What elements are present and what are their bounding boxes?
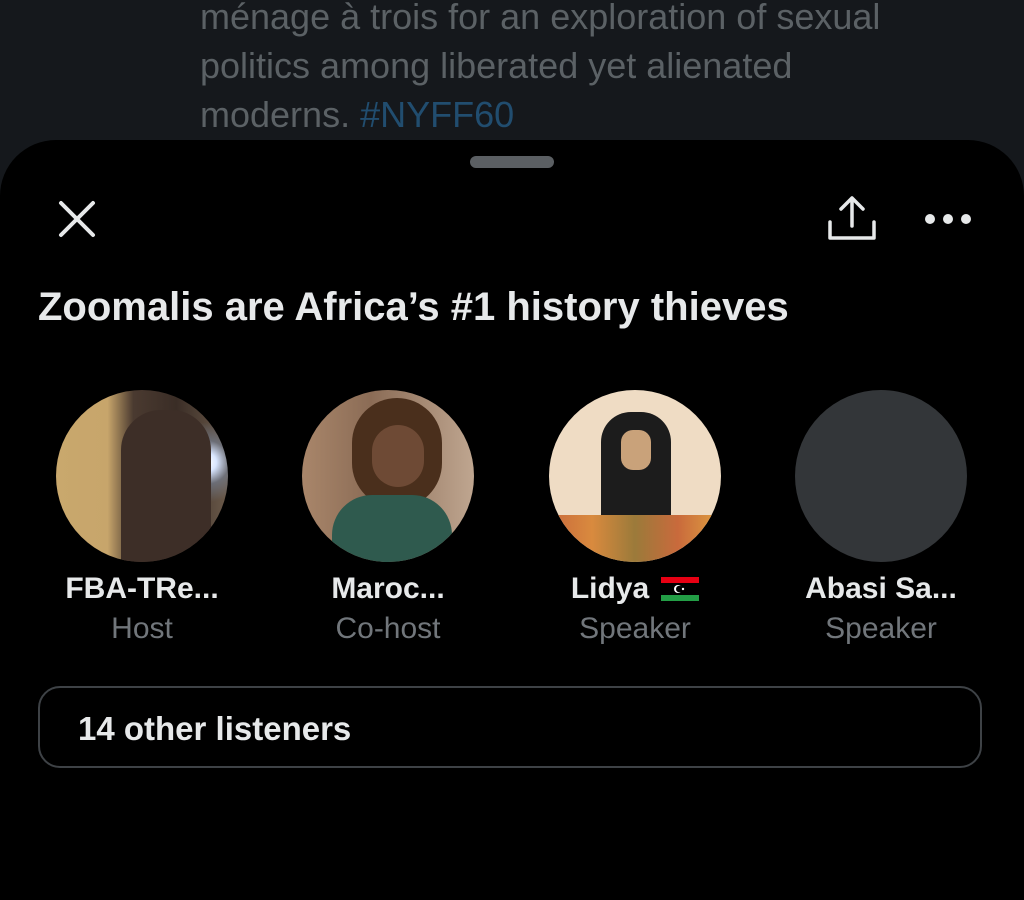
participant-name: Lidya [570, 572, 650, 605]
participant-role: Speaker [579, 612, 691, 645]
tweet-text-line: moderns. #NYFF60 [200, 90, 980, 139]
participant-role: Host [111, 612, 173, 645]
space-sheet: Zoomalis are Africa’s #1 history thieves… [0, 140, 1024, 900]
share-button[interactable] [824, 192, 880, 244]
hashtag-link[interactable]: #NYFF60 [360, 94, 514, 135]
participant-name: FBA-TRe... [65, 572, 219, 605]
participant-host[interactable]: FBA-TRe... Host [37, 390, 247, 646]
libya-flag-icon [661, 577, 700, 601]
drag-handle[interactable] [470, 156, 554, 168]
tweet-text-line: politics among liberated yet alienated [200, 45, 793, 86]
participant-name: Maroc... [331, 572, 445, 605]
more-icon [925, 214, 971, 224]
share-icon [828, 196, 876, 240]
participant-cohost[interactable]: Maroc... Co-host [283, 390, 493, 646]
close-icon [59, 201, 95, 237]
participant-name: Abasi Sa... [805, 572, 957, 605]
tweet-text: ménage à trois for an exploration of sex… [200, 0, 980, 139]
listeners-label: 14 other listeners [78, 710, 352, 747]
tweet-text-fragment: moderns. [200, 94, 351, 135]
participant-speaker-abasi[interactable]: Abasi Sa... Speaker [776, 390, 986, 646]
more-options-button[interactable] [920, 204, 976, 234]
tweet-text-line: ménage à trois for an exploration of sex… [200, 0, 881, 37]
participant-role: Speaker [825, 612, 937, 645]
avatar [56, 390, 228, 562]
space-title: Zoomalis are Africa’s #1 history thieves [38, 285, 789, 329]
participant-speaker-lidya[interactable]: Lidya Speaker [530, 390, 740, 646]
other-listeners-button[interactable]: 14 other listeners [38, 686, 982, 768]
participant-role: Co-host [335, 612, 441, 645]
close-button[interactable] [55, 197, 99, 241]
avatar [795, 390, 967, 562]
avatar [549, 390, 721, 562]
avatar [302, 390, 474, 562]
